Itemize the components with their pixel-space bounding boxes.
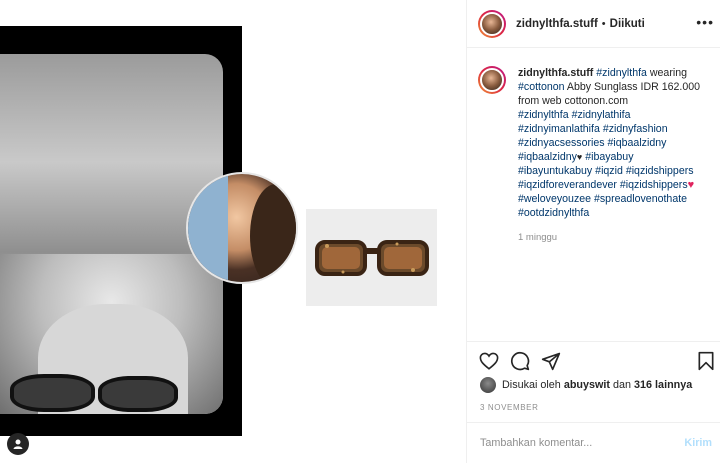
action-bar	[467, 346, 720, 376]
hashtag-link[interactable]: #iqzid	[595, 165, 623, 177]
caption-mention[interactable]: #zidnylthfa	[596, 67, 647, 79]
hashtag-link[interactable]: #iqzidforeverandever	[518, 179, 617, 191]
red-heart-emoji-icon: ♥	[687, 179, 695, 191]
likes-count-link[interactable]: 316 lainnya	[634, 379, 692, 391]
author-avatar[interactable]	[478, 9, 506, 38]
add-comment-bar: Kirim	[467, 422, 720, 463]
hashtag-link[interactable]: #zidnylthfa	[518, 109, 569, 121]
hashtag-link[interactable]: #iqzidshippers	[626, 165, 694, 177]
hashtag-link[interactable]: #ootdzidnylthfa	[518, 207, 589, 219]
hashtag-link[interactable]: #cottonon	[518, 81, 565, 93]
hashtag-link[interactable]: #iqbaalzidny	[518, 151, 577, 163]
hashtag-link[interactable]: #zidnyacsessories	[518, 137, 605, 149]
caption-avatar[interactable]	[478, 66, 506, 94]
hashtag-link[interactable]: #ibayuntukabuy	[518, 165, 592, 177]
caption-timestamp[interactable]: 1 minggu	[518, 232, 709, 243]
portrait-circle-image	[186, 172, 298, 284]
like-heart-icon[interactable]	[478, 350, 500, 372]
hashtag-link[interactable]: #weloveyouzee	[518, 193, 591, 205]
tagged-users-icon[interactable]	[7, 433, 29, 455]
post-side-panel: zidnylthfa.stuff • Diikuti ••• zidnylthf…	[466, 0, 720, 463]
caption-section: zidnylthfa.stuff #zidnylthfa wearing #co…	[467, 48, 720, 342]
liker-avatar[interactable]	[480, 377, 496, 393]
hashtag-link[interactable]: #ibayabuy	[585, 151, 633, 163]
author-username[interactable]: zidnylthfa.stuff	[516, 18, 598, 30]
caption-username[interactable]: zidnylthfa.stuff	[518, 67, 593, 79]
product-sunglasses-image	[306, 209, 437, 306]
liker-username[interactable]: abuyswit	[564, 379, 610, 391]
heart-emoji-icon: ♥	[576, 152, 583, 162]
post-date[interactable]: 3 NOVEMBER	[480, 403, 538, 412]
post-media[interactable]	[0, 0, 466, 463]
share-send-icon[interactable]	[540, 350, 562, 372]
post-comment-button[interactable]: Kirim	[684, 437, 712, 449]
header-separator: •	[601, 17, 606, 30]
follow-status-button[interactable]: Diikuti	[610, 18, 645, 30]
hashtag-link[interactable]: #spreadlovenothate	[594, 193, 687, 205]
comment-bubble-icon[interactable]	[509, 350, 531, 372]
likes-summary: Disukai oleh abuyswit dan 316 lainnya	[480, 377, 692, 393]
hashtag-link[interactable]: #zidnylathifa	[572, 109, 631, 121]
caption-text: zidnylthfa.stuff #zidnylthfa wearing #co…	[518, 67, 700, 219]
hashtag-link[interactable]: #zidnyfashion	[603, 123, 668, 135]
hashtag-link[interactable]: #zidnyimanlathifa	[518, 123, 600, 135]
more-options-icon[interactable]: •••	[696, 14, 714, 30]
sunglasses-icon	[314, 239, 429, 276]
post-header: zidnylthfa.stuff • Diikuti •••	[467, 0, 720, 48]
hashtag-link[interactable]: #iqzidshippers	[620, 179, 688, 191]
save-bookmark-icon[interactable]	[695, 350, 717, 372]
hashtag-link[interactable]: #iqbaalzidny	[608, 137, 667, 149]
comment-input[interactable]	[480, 437, 685, 449]
